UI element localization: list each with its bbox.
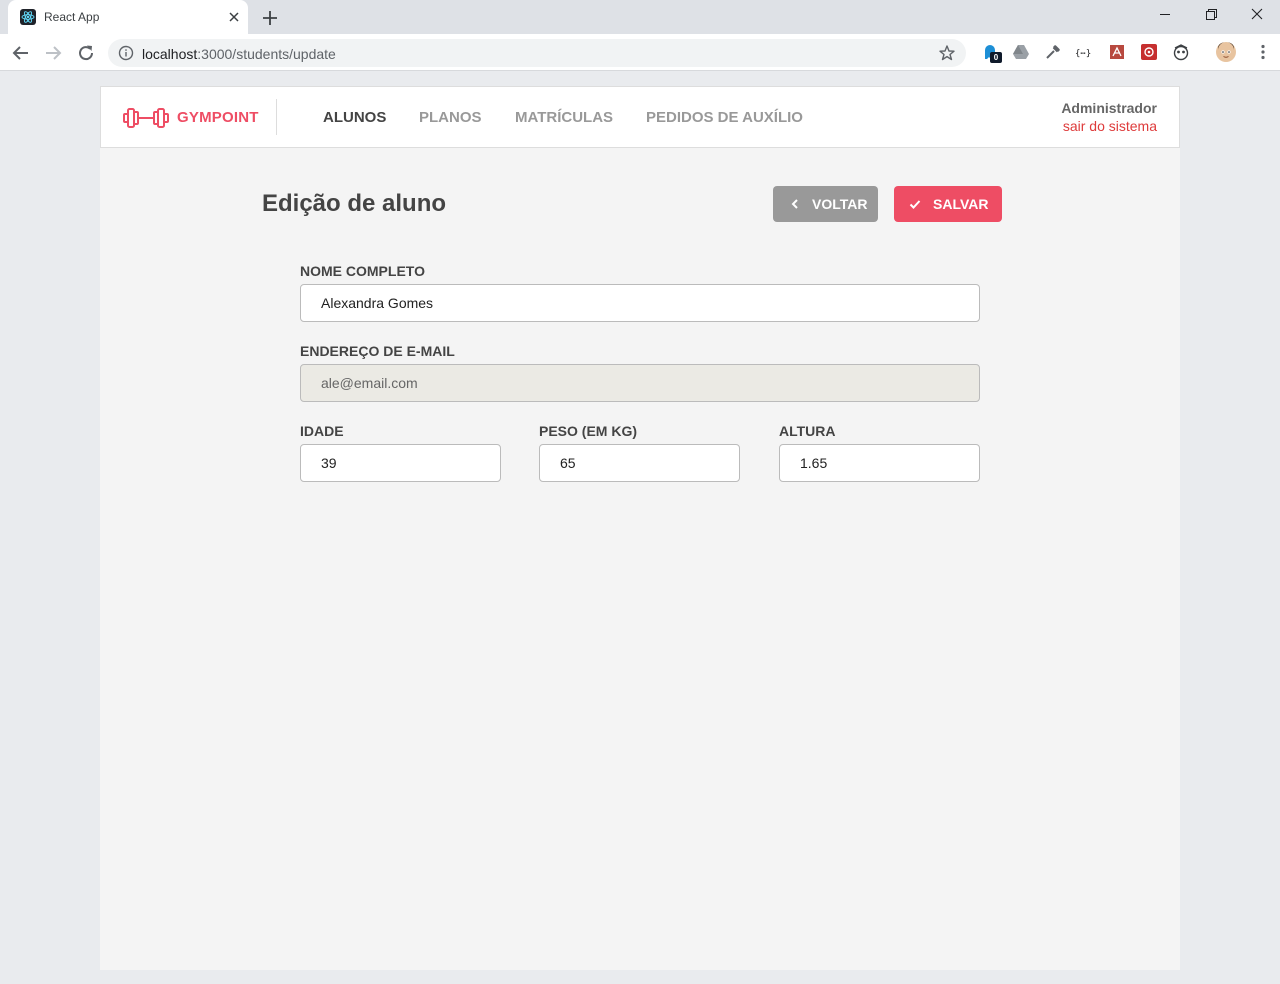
svg-text:{⋯}: {⋯} [1075, 49, 1091, 59]
bookmark-star-icon[interactable] [938, 44, 956, 62]
window-close-icon[interactable] [1234, 0, 1280, 30]
email-label: ENDEREÇO DE E-MAIL [300, 343, 455, 359]
extension-ghostery-icon[interactable]: 0 [982, 43, 1002, 63]
height-input[interactable] [779, 444, 980, 482]
url-text: localhost:3000/students/update [142, 46, 336, 62]
chevron-left-icon [788, 197, 802, 211]
back-arrow-icon[interactable] [10, 42, 32, 64]
name-input[interactable] [300, 284, 980, 322]
dumbbell-icon [123, 105, 169, 131]
address-bar[interactable]: localhost:3000/students/update [108, 39, 966, 67]
extension-badge: 0 [990, 52, 1002, 63]
extension-eyedropper-icon[interactable] [1044, 43, 1062, 61]
email-input [300, 364, 980, 402]
extension-react-devtools-icon[interactable] [1140, 43, 1158, 61]
age-label: IDADE [300, 423, 344, 439]
name-label: NOME COMPLETO [300, 263, 425, 279]
window-minimize-icon[interactable] [1142, 0, 1188, 30]
app-header: GYMPOINT ALUNOS PLANOS MATRÍCULAS PEDIDO… [100, 86, 1180, 148]
user-name: Administrador [1061, 100, 1157, 116]
url-host: localhost [142, 46, 198, 62]
url-path: :3000/students/update [197, 46, 336, 62]
nav-planos[interactable]: PLANOS [419, 109, 482, 126]
browser-menu-icon[interactable] [1254, 43, 1272, 61]
back-button-label: VOLTAR [812, 196, 868, 212]
save-button-label: SALVAR [933, 196, 989, 212]
header-divider [276, 99, 277, 135]
window-restore-icon[interactable] [1188, 0, 1234, 30]
back-button[interactable]: VOLTAR [773, 186, 878, 222]
page-title: Edição de aluno [262, 190, 447, 217]
brand-name: GYMPOINT [177, 109, 259, 126]
tab-close-icon[interactable] [226, 9, 242, 25]
extension-json-icon[interactable]: {⋯} [1075, 43, 1093, 61]
reload-icon[interactable] [75, 42, 97, 64]
age-input[interactable] [300, 444, 501, 482]
extension-pdf-icon[interactable] [1108, 43, 1126, 61]
react-icon [20, 9, 36, 25]
app-container: GYMPOINT ALUNOS PLANOS MATRÍCULAS PEDIDO… [100, 86, 1180, 970]
nav-matriculas[interactable]: MATRÍCULAS [515, 109, 613, 126]
save-button[interactable]: SALVAR [894, 186, 1002, 222]
browser-tab-strip: React App [0, 0, 1280, 34]
nav-pedidos-de-auxilio[interactable]: PEDIDOS DE AUXÍLIO [646, 109, 803, 126]
weight-input[interactable] [539, 444, 740, 482]
logout-link[interactable]: sair do sistema [1063, 118, 1157, 134]
browser-toolbar: localhost:3000/students/update 0 {⋯} [0, 34, 1280, 71]
weight-label: PESO (EM KG) [539, 423, 638, 439]
extension-incognito-icon[interactable] [1172, 43, 1190, 61]
check-icon [908, 197, 922, 211]
height-label: ALTURA [779, 423, 836, 439]
profile-avatar[interactable] [1216, 42, 1236, 62]
info-icon[interactable] [118, 45, 134, 61]
forward-arrow-icon[interactable] [42, 42, 64, 64]
new-tab-icon[interactable] [260, 8, 280, 28]
extension-drive-icon[interactable] [1012, 43, 1030, 61]
nav-alunos[interactable]: ALUNOS [323, 109, 386, 126]
browser-tab[interactable]: React App [8, 0, 248, 34]
tab-title: React App [44, 10, 100, 24]
